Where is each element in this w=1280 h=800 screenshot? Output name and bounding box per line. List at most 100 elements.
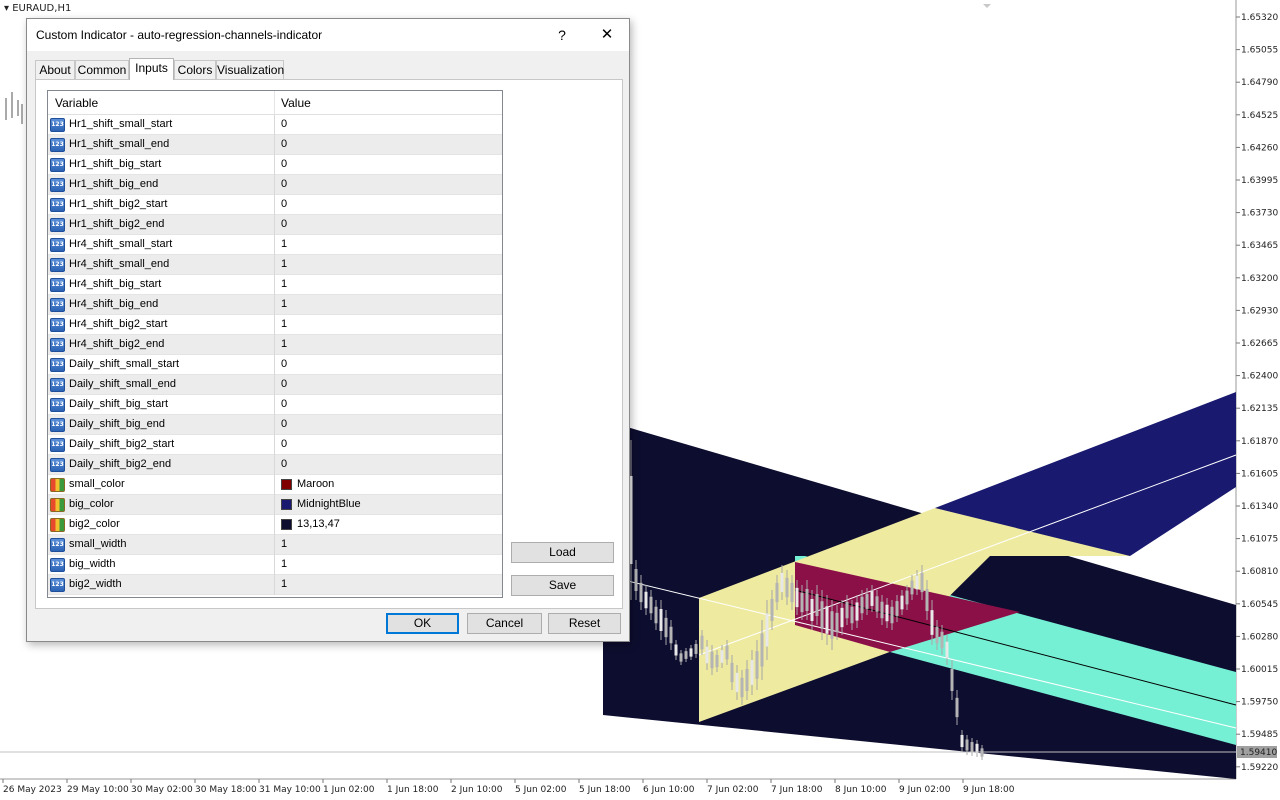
dialog-titlebar[interactable]: Custom Indicator - auto-regression-chann…: [27, 19, 629, 51]
ok-button[interactable]: OK: [386, 613, 459, 634]
tab-common[interactable]: Common: [75, 60, 129, 79]
cancel-button[interactable]: Cancel: [467, 613, 542, 634]
param-row[interactable]: 123 Hr4_shift_big2_start 1: [48, 315, 502, 335]
param-value[interactable]: 1: [281, 258, 287, 270]
param-row[interactable]: 123 Daily_shift_small_start 0: [48, 355, 502, 375]
cell-separator: [274, 275, 275, 295]
reset-button[interactable]: Reset: [548, 613, 621, 634]
candle-body: [679, 653, 683, 662]
price-axis: 1.65320 1.65055 1.64790 1.64525 1.64260 1.639…: [1236, 13, 1278, 773]
color-swatch[interactable]: [281, 479, 292, 490]
param-row[interactable]: 123 Daily_shift_big_end 0: [48, 415, 502, 435]
inputs-grid[interactable]: Variable Value 123 Hr1_shift_small_start 0…: [47, 90, 503, 598]
param-row[interactable]: big2_color 13,13,47: [48, 515, 502, 535]
param-value[interactable]: 0: [281, 418, 287, 430]
param-row[interactable]: 123 small_width 1: [48, 535, 502, 555]
column-separator[interactable]: [274, 91, 275, 114]
cell-separator: [274, 455, 275, 475]
time-tick-label: 8 Jun 10:00: [835, 785, 887, 795]
candle-body: [785, 577, 789, 598]
candle-body: [790, 582, 794, 603]
param-row[interactable]: 123 Hr1_shift_big_end 0: [48, 175, 502, 195]
column-header-variable[interactable]: Variable: [55, 96, 98, 110]
candle-body: [705, 646, 709, 664]
tab-inputs[interactable]: Inputs: [129, 58, 174, 80]
param-value[interactable]: 1: [281, 338, 287, 350]
cell-separator: [274, 415, 275, 435]
param-row[interactable]: 123 Daily_shift_big2_start 0: [48, 435, 502, 455]
numeric-param-icon: 123: [50, 378, 65, 392]
custom-indicator-dialog: Custom Indicator - auto-regression-chann…: [26, 18, 630, 642]
candle-body: [895, 601, 899, 616]
param-row[interactable]: 123 Hr1_shift_big_start 0: [48, 155, 502, 175]
param-row[interactable]: 123 Daily_shift_big_start 0: [48, 395, 502, 415]
param-row[interactable]: 123 Daily_shift_small_end 0: [48, 375, 502, 395]
candle-body: [750, 660, 754, 685]
color-swatch[interactable]: [281, 499, 292, 510]
param-value[interactable]: 1: [281, 298, 287, 310]
param-row[interactable]: 123 Hr1_shift_small_end 0: [48, 135, 502, 155]
close-icon[interactable]: ✕: [593, 25, 621, 45]
chart-menu-arrow-icon[interactable]: ▾: [4, 3, 9, 14]
time-tick-label: 29 May 10:00: [67, 785, 129, 795]
param-value[interactable]: 0: [281, 178, 287, 190]
save-button[interactable]: Save: [511, 575, 614, 596]
candle-body: [700, 635, 704, 650]
tab-colors[interactable]: Colors: [174, 60, 216, 79]
param-row[interactable]: small_color Maroon: [48, 475, 502, 495]
load-button[interactable]: Load: [511, 542, 614, 563]
param-row[interactable]: 123 Hr1_shift_big2_start 0: [48, 195, 502, 215]
param-row[interactable]: big_color MidnightBlue: [48, 495, 502, 515]
candle-body: [970, 742, 974, 752]
param-value[interactable]: 1: [281, 558, 287, 570]
param-row[interactable]: 123 big_width 1: [48, 555, 502, 575]
param-value[interactable]: 0: [281, 378, 287, 390]
param-value[interactable]: 1: [281, 538, 287, 550]
param-value[interactable]: 0: [281, 398, 287, 410]
param-value[interactable]: 1: [281, 278, 287, 290]
candle-body: [770, 599, 774, 621]
time-tick-label: 1 Jun 02:00: [323, 785, 375, 795]
param-value[interactable]: 0: [281, 218, 287, 230]
column-header-value[interactable]: Value: [281, 96, 311, 110]
param-value[interactable]: 0: [281, 458, 287, 470]
param-value[interactable]: 0: [281, 438, 287, 450]
param-row[interactable]: 123 Daily_shift_big2_end 0: [48, 455, 502, 475]
param-row[interactable]: 123 big2_width 1: [48, 575, 502, 595]
color-param-icon: [50, 518, 65, 532]
param-value[interactable]: MidnightBlue: [297, 498, 361, 510]
price-tick-label: 1.62665: [1241, 339, 1278, 349]
param-value[interactable]: 0: [281, 358, 287, 370]
candle-body: [795, 587, 799, 608]
param-value[interactable]: 1: [281, 318, 287, 330]
param-row[interactable]: 123 Hr4_shift_big_start 1: [48, 275, 502, 295]
numeric-param-icon: 123: [50, 218, 65, 232]
param-row[interactable]: 123 Hr4_shift_big2_end 1: [48, 335, 502, 355]
color-swatch[interactable]: [281, 519, 292, 530]
param-value[interactable]: 1: [281, 578, 287, 590]
param-row[interactable]: 123 Hr1_shift_small_start 0: [48, 115, 502, 135]
candle-body: [915, 575, 919, 590]
tab-about[interactable]: About: [35, 60, 75, 79]
tab-visualization[interactable]: Visualization: [216, 60, 284, 79]
cell-separator: [274, 215, 275, 235]
candle-body: [735, 672, 739, 693]
param-name: small_width: [69, 538, 127, 550]
param-row[interactable]: 123 Hr1_shift_big2_end 0: [48, 215, 502, 235]
numeric-param-icon: 123: [50, 398, 65, 412]
param-value[interactable]: 0: [281, 118, 287, 130]
param-value[interactable]: 0: [281, 138, 287, 150]
left-candles: [5, 92, 23, 124]
time-tick-label: 9 Jun 02:00: [899, 785, 951, 795]
param-value[interactable]: 0: [281, 158, 287, 170]
param-value[interactable]: 13,13,47: [297, 518, 340, 530]
help-icon[interactable]: ?: [548, 25, 576, 45]
param-name: Hr4_shift_big_end: [69, 298, 159, 310]
chart-shift-marker[interactable]: [983, 4, 991, 8]
param-row[interactable]: 123 Hr4_shift_small_end 1: [48, 255, 502, 275]
param-value[interactable]: 0: [281, 198, 287, 210]
param-value[interactable]: Maroon: [297, 478, 334, 490]
param-value[interactable]: 1: [281, 238, 287, 250]
param-row[interactable]: 123 Hr4_shift_small_start 1: [48, 235, 502, 255]
param-row[interactable]: 123 Hr4_shift_big_end 1: [48, 295, 502, 315]
